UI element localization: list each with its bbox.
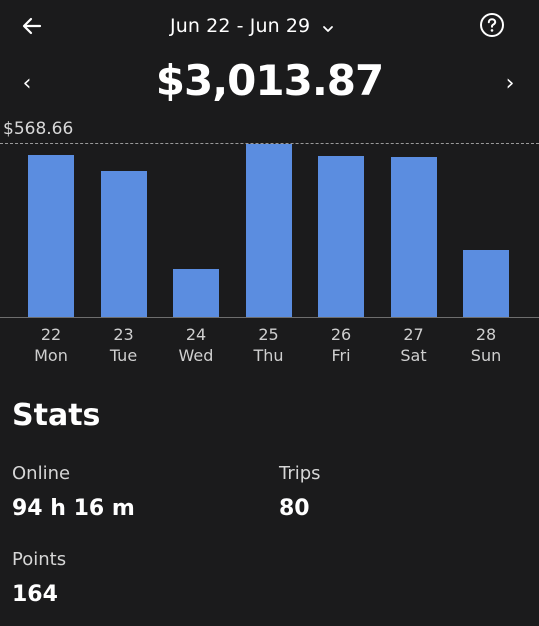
top-bar: Jun 22 - Jun 29	[0, 0, 539, 52]
date-range-label: Jun 22 - Jun 29	[170, 15, 311, 37]
x-tick-label: 22 Mon	[15, 324, 87, 366]
trips-label: Trips	[279, 463, 321, 484]
total-earnings: $3,013.87	[155, 56, 384, 105]
chart-max-label: $568.66	[3, 119, 74, 139]
x-tick-label: 24 Wed	[160, 324, 232, 366]
back-arrow-icon[interactable]	[18, 12, 46, 40]
chart-baseline	[0, 317, 539, 318]
chart-bar-thu[interactable]	[245, 144, 292, 318]
date-range-selector[interactable]: Jun 22 - Jun 29	[170, 12, 334, 40]
x-tick-weekday: Sat	[400, 346, 427, 365]
x-tick-day: 25	[258, 325, 279, 344]
chart-bar-tue[interactable]	[100, 171, 147, 318]
help-icon[interactable]	[479, 12, 505, 38]
x-tick-day: 27	[403, 325, 424, 344]
x-tick-day: 28	[475, 325, 497, 344]
x-tick-day: 24	[185, 325, 207, 344]
x-tick-weekday: Tue	[109, 346, 138, 365]
x-tick-day: 23	[113, 325, 134, 344]
trips-value: 80	[279, 496, 310, 521]
x-tick-weekday: Thu	[253, 346, 284, 365]
x-tick-label: 25 Thu	[233, 324, 305, 366]
x-tick-label: 28 Sun	[450, 324, 522, 366]
x-tick-weekday: Sun	[470, 346, 502, 365]
chevron-down-icon	[322, 20, 334, 32]
chart-bar-sat[interactable]	[390, 157, 437, 318]
x-tick-day: 22	[40, 325, 62, 344]
online-value: 94 h 16 m	[12, 496, 135, 521]
points-value: 164	[12, 582, 58, 607]
stats-heading: Stats	[12, 398, 101, 433]
x-tick-label: 27 Sat	[378, 324, 450, 366]
chart-bar-fri[interactable]	[318, 156, 364, 318]
points-label: Points	[12, 549, 67, 570]
chart-bar-wed[interactable]	[173, 269, 219, 318]
x-tick-day: 26	[330, 325, 352, 344]
x-tick-weekday: Fri	[331, 346, 351, 365]
next-week-button[interactable]: ›	[498, 70, 522, 98]
x-tick-weekday: Wed	[178, 346, 214, 365]
x-tick-label: 26 Fri	[305, 324, 377, 366]
chart-bar-sun[interactable]	[463, 250, 509, 318]
x-tick-weekday: Mon	[34, 346, 68, 365]
chart-bar-mon[interactable]	[28, 155, 74, 318]
online-label: Online	[12, 463, 71, 484]
x-tick-label: 23 Tue	[88, 324, 160, 366]
